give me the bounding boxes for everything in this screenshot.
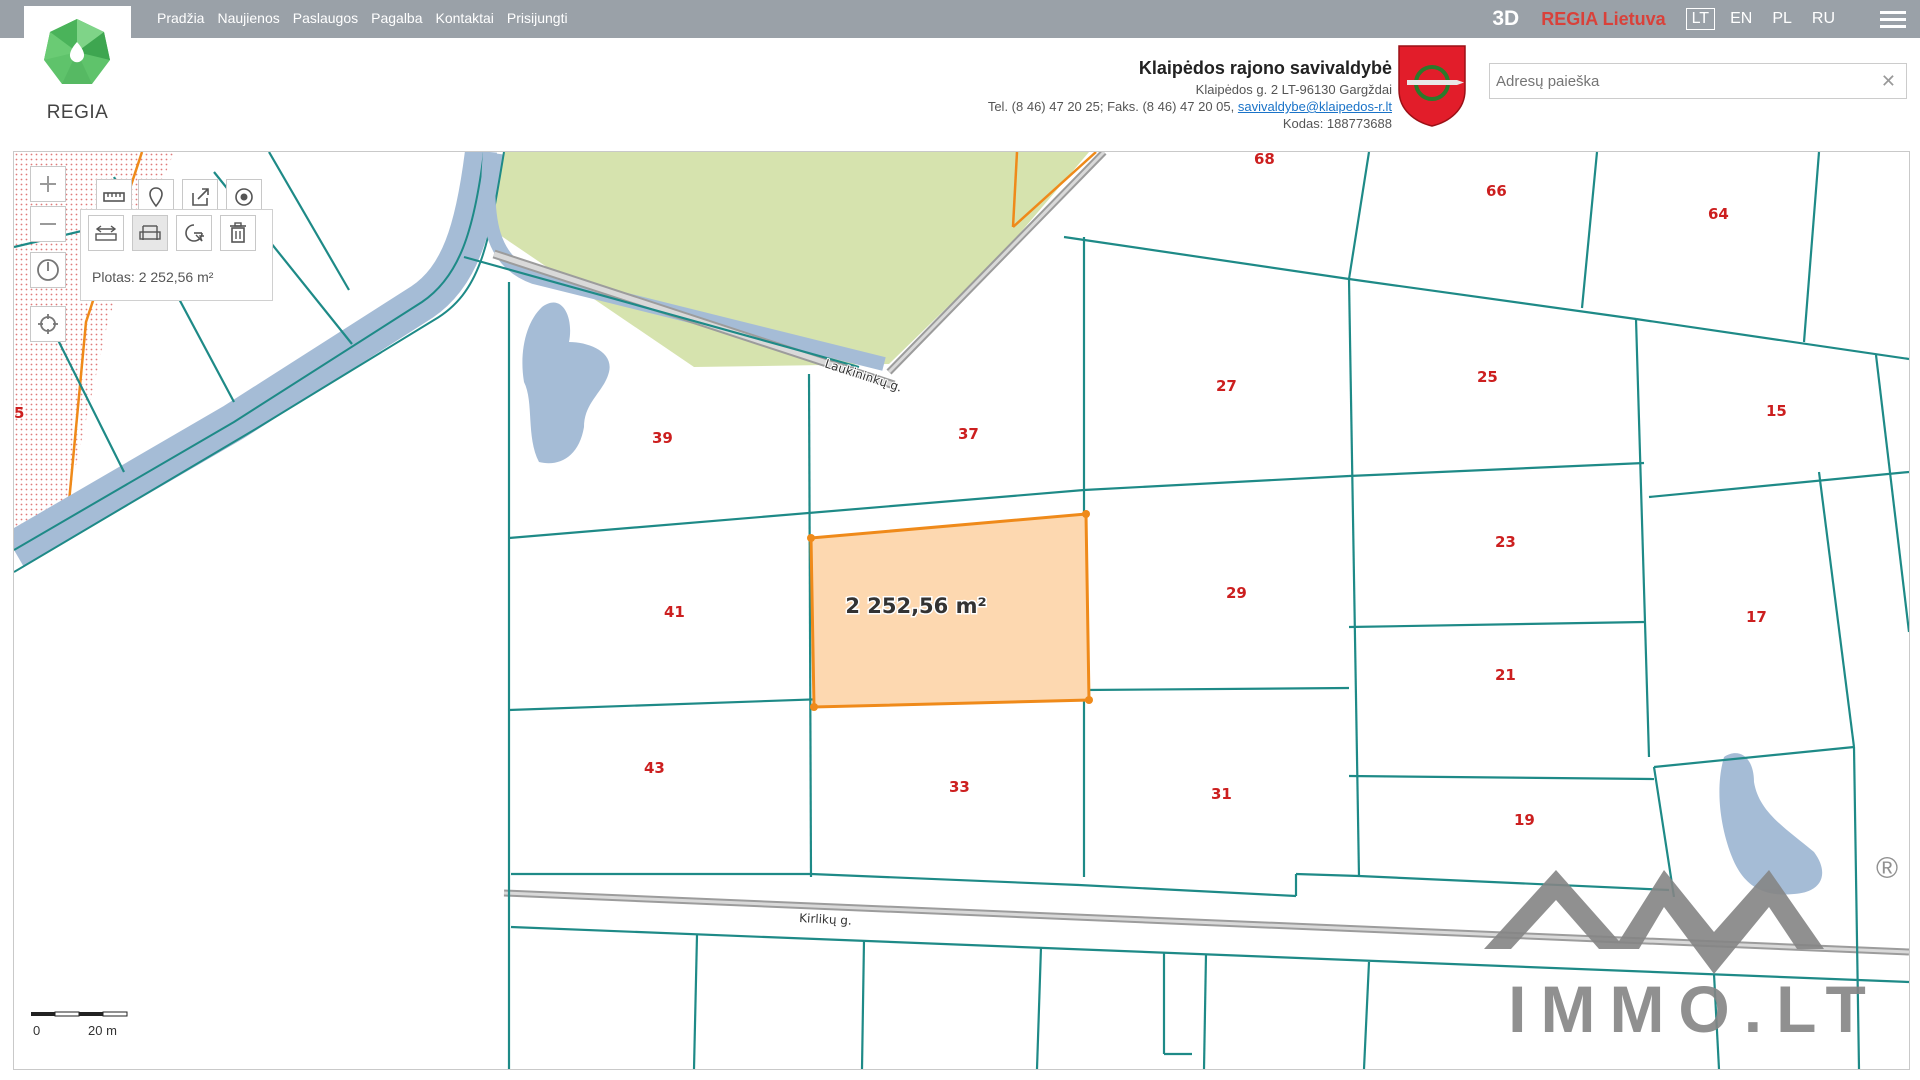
municipality-phone: Tel. (8 46) 47 20 25; Faks. (8 46) 47 20… bbox=[987, 99, 1235, 114]
compass-button[interactable] bbox=[30, 252, 66, 288]
clear-search-icon[interactable]: ✕ bbox=[1881, 71, 1896, 92]
pond-west bbox=[522, 302, 610, 464]
plus-icon bbox=[40, 176, 56, 192]
coat-of-arms-icon bbox=[1398, 45, 1466, 127]
lot-label: 5 bbox=[14, 404, 24, 422]
street-label: Kirlikų g. bbox=[799, 911, 852, 928]
map-pin-icon bbox=[149, 187, 163, 208]
regia-lietuva-link[interactable]: REGIA Lietuva bbox=[1541, 9, 1665, 30]
menu-icon[interactable] bbox=[1880, 7, 1906, 32]
municipality-code: Kodas: 188773688 bbox=[1282, 116, 1392, 131]
selection-vertex[interactable] bbox=[810, 703, 818, 711]
address-search: ✕ bbox=[1489, 63, 1907, 99]
scale-zero-label: 0 bbox=[33, 1023, 41, 1038]
top-right-controls: 3D REGIA Lietuva LT EN PL RU bbox=[1492, 6, 1920, 32]
lot-label: 15 bbox=[1766, 402, 1787, 420]
logo-text: REGIA bbox=[46, 102, 109, 123]
map-viewport[interactable]: 5 68 66 64 39 37 27 25 15 41 29 23 17 21… bbox=[13, 151, 1910, 1070]
address-search-input[interactable] bbox=[1490, 64, 1862, 98]
crosshair-icon bbox=[38, 314, 58, 334]
watermark-text: IMMO.LT bbox=[1508, 972, 1880, 1046]
share-icon bbox=[192, 188, 209, 206]
selection-vertex[interactable] bbox=[1085, 696, 1093, 704]
scale-bar: 0 20 m bbox=[30, 1009, 130, 1038]
regia-logo[interactable]: REGIA bbox=[24, 6, 131, 126]
top-bar: Pradžia Naujienos Paslaugos Pagalba Kont… bbox=[0, 0, 1920, 38]
measured-area-text: Plotas: 2 252,56 m² bbox=[92, 269, 214, 285]
lot-label: 29 bbox=[1226, 584, 1247, 602]
municipality-name: Klaipėdos rajono savivaldybė bbox=[1138, 58, 1392, 78]
trash-icon bbox=[230, 222, 246, 243]
selection-vertex[interactable] bbox=[1082, 510, 1090, 518]
ruler-icon bbox=[103, 192, 125, 202]
lot-label: 23 bbox=[1495, 533, 1516, 551]
radius-icon bbox=[185, 224, 204, 242]
lot-label: 33 bbox=[949, 778, 970, 796]
selected-area-label: 2 252,56 m² bbox=[845, 594, 986, 618]
municipality-email-link[interactable]: savivaldybe@klaipedos-r.lt bbox=[1238, 99, 1392, 114]
locate-button[interactable] bbox=[30, 306, 66, 342]
lang-pl[interactable]: PL bbox=[1767, 9, 1797, 29]
zoom-out-button[interactable] bbox=[30, 206, 66, 242]
nav-link-services[interactable]: Paslaugos bbox=[293, 10, 358, 26]
scale-distance-label: 20 m bbox=[88, 1023, 117, 1038]
main-nav: Pradžia Naujienos Paslaugos Pagalba Kont… bbox=[157, 10, 568, 26]
lot-label: 68 bbox=[1254, 152, 1275, 168]
nav-link-contacts[interactable]: Kontaktai bbox=[436, 10, 494, 26]
nav-link-help[interactable]: Pagalba bbox=[371, 10, 422, 26]
minus-icon bbox=[40, 223, 56, 225]
delete-measurement-button[interactable] bbox=[220, 215, 256, 251]
distance-ruler-icon bbox=[95, 225, 117, 241]
nav-link-login[interactable]: Prisijungti bbox=[507, 10, 568, 26]
map-canvas: 5 68 66 64 39 37 27 25 15 41 29 23 17 21… bbox=[14, 152, 1909, 1069]
measure-distance-button[interactable] bbox=[88, 215, 124, 251]
measure-radius-button[interactable] bbox=[176, 215, 212, 251]
municipality-info: Klaipėdos rajono savivaldybė Klaipėdos g… bbox=[988, 58, 1392, 132]
compass-icon bbox=[37, 259, 59, 281]
area-ruler-icon bbox=[139, 225, 161, 240]
zoom-in-button[interactable] bbox=[30, 166, 66, 202]
lot-label: 66 bbox=[1486, 182, 1507, 200]
lot-label: 43 bbox=[644, 759, 665, 777]
watermark-mark: ® bbox=[1876, 852, 1898, 885]
lot-label: 27 bbox=[1216, 377, 1237, 395]
nav-link-news[interactable]: Naujienos bbox=[217, 10, 279, 26]
selection-vertex[interactable] bbox=[807, 534, 815, 542]
lot-label: 25 bbox=[1477, 368, 1498, 386]
lang-en[interactable]: EN bbox=[1725, 9, 1757, 29]
scale-bar-graphic bbox=[31, 1011, 128, 1017]
lot-label: 19 bbox=[1514, 811, 1535, 829]
lot-label: 37 bbox=[958, 425, 979, 443]
lot-label: 21 bbox=[1495, 666, 1516, 684]
lot-label: 41 bbox=[664, 603, 685, 621]
lot-label: 17 bbox=[1746, 608, 1767, 626]
measure-area-button[interactable] bbox=[132, 215, 168, 251]
target-icon bbox=[235, 188, 253, 206]
lot-label: 64 bbox=[1708, 205, 1729, 223]
measure-panel: Plotas: 2 252,56 m² bbox=[80, 209, 273, 301]
lang-ru[interactable]: RU bbox=[1807, 9, 1840, 29]
lot-label: 31 bbox=[1211, 785, 1232, 803]
nav-link-home[interactable]: Pradžia bbox=[157, 10, 204, 26]
regia-logo-icon bbox=[44, 19, 110, 84]
municipality-address: Klaipėdos g. 2 LT-96130 Gargždai bbox=[1195, 82, 1392, 97]
lang-lt[interactable]: LT bbox=[1685, 8, 1716, 30]
municipality-contacts: Tel. (8 46) 47 20 25; Faks. (8 46) 47 20… bbox=[988, 98, 1392, 115]
3d-button[interactable]: 3D bbox=[1492, 7, 1519, 31]
lot-label: 39 bbox=[652, 429, 673, 447]
